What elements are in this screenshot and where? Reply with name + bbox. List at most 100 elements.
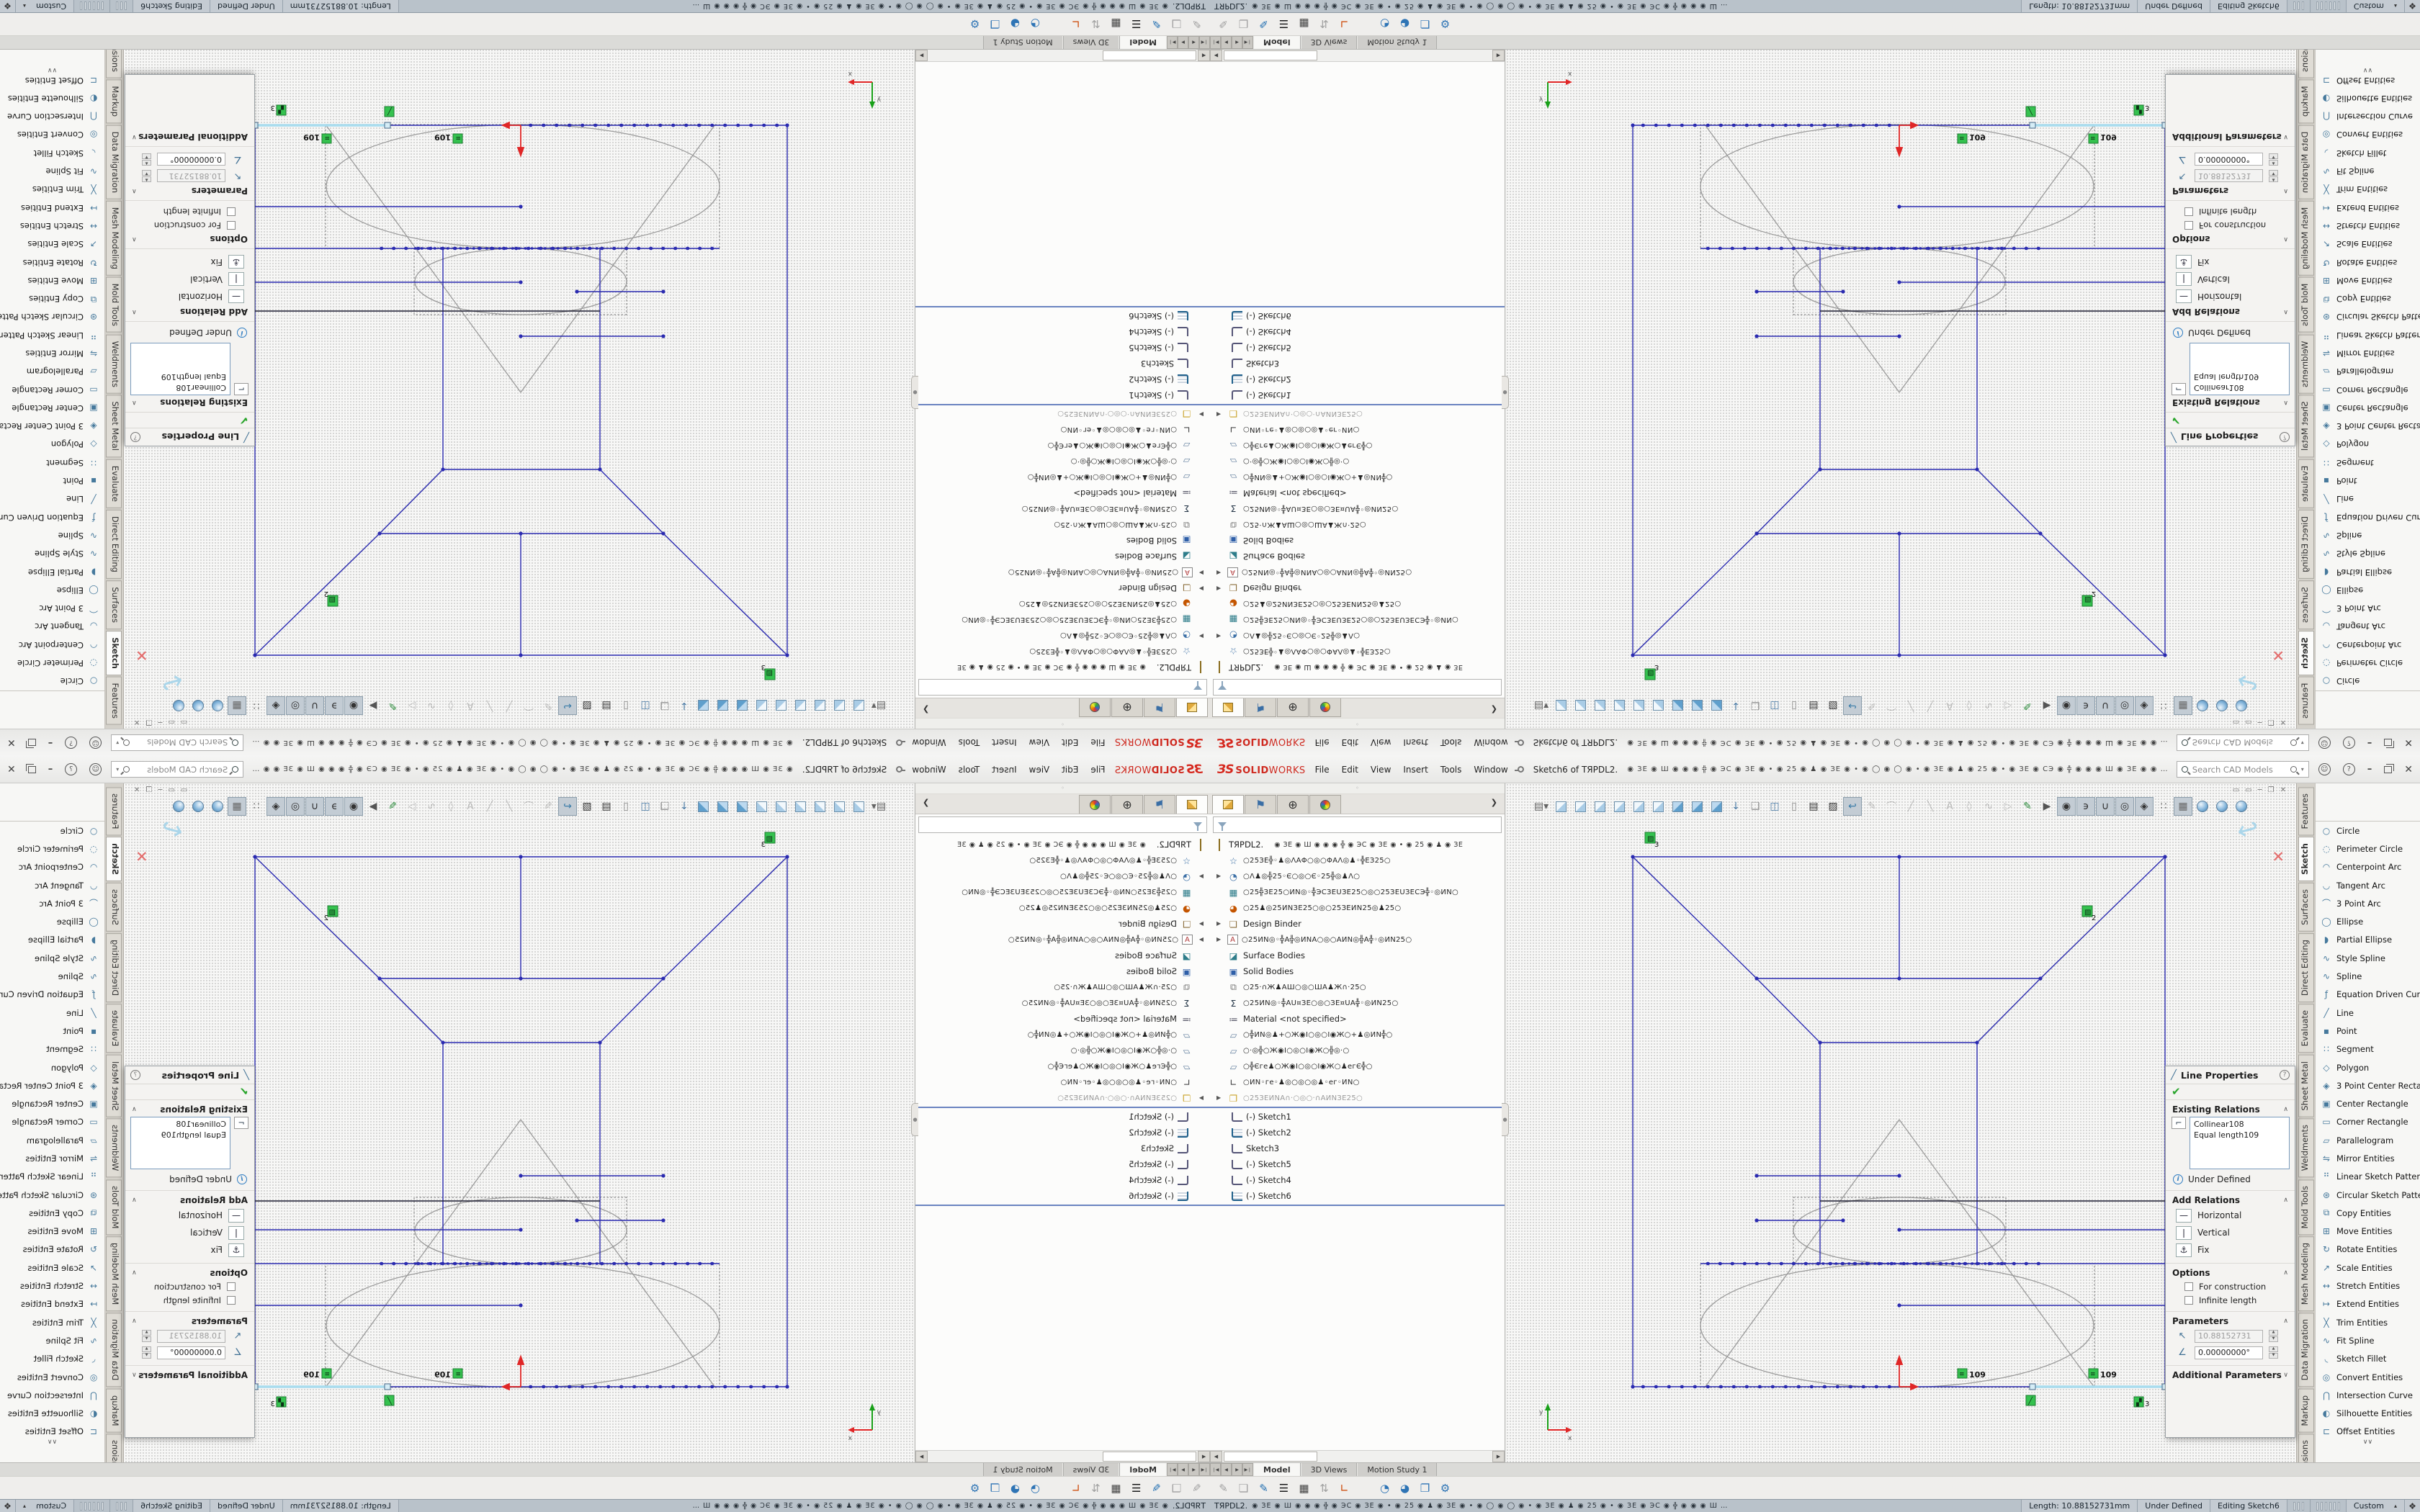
tree-item[interactable]: ▱ ○╬Єге♟○Ж◉Ι○◎○Ι◉Ж○♟егЄ╬○ bbox=[915, 1058, 1210, 1074]
bottom-toolbar-icon[interactable]: ✎ bbox=[1214, 1479, 1232, 1497]
sketch-tool-button[interactable]: ↗ Scale Entities bbox=[2316, 235, 2420, 253]
bottom-toolbar-icon[interactable]: ⚙ bbox=[1436, 15, 1454, 33]
close-button[interactable]: ✕ bbox=[2404, 764, 2413, 775]
add-relation-option[interactable]: — Horizontal bbox=[125, 1207, 254, 1224]
sketch-tool-button[interactable]: ▭ Corner Rectangle bbox=[0, 1113, 104, 1131]
view-toolbar-icon[interactable] bbox=[1688, 696, 1706, 715]
section-add-relations[interactable]: Add Relations∧ bbox=[125, 1191, 254, 1207]
relations-listbox[interactable]: Collinear108Equal length109 bbox=[2190, 343, 2290, 395]
sketch-tool-button[interactable]: ◈ 3 Point Center Recta... bbox=[0, 418, 104, 436]
command-manager-tab[interactable]: Surfaces bbox=[2298, 883, 2314, 932]
mdi-window-button[interactable]: ✕ bbox=[134, 718, 140, 726]
tree-item-sketch[interactable]: (-) Sketch2 bbox=[915, 372, 1210, 387]
ok-check-icon[interactable]: ✔ bbox=[125, 1084, 254, 1100]
view-toolbar-icon[interactable]: ⌒ bbox=[519, 797, 538, 816]
view-toolbar-icon[interactable]: ∷ bbox=[247, 696, 266, 715]
scroll-left-icon[interactable]: ◀ bbox=[1198, 1451, 1210, 1462]
tab-dimxpert-manager[interactable] bbox=[1309, 698, 1341, 717]
command-manager-tab[interactable]: Sheet Metal bbox=[2298, 1055, 2314, 1117]
command-manager-tab[interactable]: Sheet Metal bbox=[107, 395, 122, 458]
section-add-relations[interactable]: Add Relations∧ bbox=[2166, 1191, 2295, 1207]
menu-item[interactable]: Tools bbox=[1440, 765, 1462, 775]
tree-item[interactable]: ▱ ○╬Єге♟○Ж◉Ι○◎○Ι◉Ж○♟егЄ╬○ bbox=[1210, 438, 1505, 454]
sketch-tool-button[interactable]: ⌒ 3 Point Arc bbox=[0, 894, 104, 912]
tab-nav-button[interactable]: ▶ bbox=[1178, 1463, 1188, 1476]
view-toolbar-icon[interactable]: ◊ bbox=[442, 797, 460, 816]
command-manager-tab[interactable]: Weldments bbox=[107, 334, 122, 393]
menu-item[interactable]: Insert bbox=[992, 765, 1016, 775]
sketch-tool-button[interactable]: ╱ Line bbox=[2316, 1004, 2420, 1022]
sketch-tool-button[interactable]: ◐ Silhouette Entities bbox=[0, 89, 104, 107]
tree-item-sketch[interactable]: (-) Sketch6 bbox=[1210, 1188, 1505, 1204]
tree-filter-input[interactable] bbox=[1213, 816, 1502, 833]
view-toolbar-icon[interactable] bbox=[2232, 797, 2251, 816]
bottom-toolbar-icon[interactable]: ✎ bbox=[1188, 15, 1206, 33]
status-solidworks-icon[interactable]: ❖ bbox=[2404, 0, 2420, 12]
panel-grip[interactable]: ◦ bbox=[915, 718, 1210, 729]
tree-item[interactable]: ▱ ○·◎╬○Ж◉Ι○◎○Ι◉Ж○╬◎·○ bbox=[915, 454, 1210, 469]
sketch-tool-button[interactable]: ▭ Corner Rectangle bbox=[2316, 381, 2420, 399]
tree-item-sketch[interactable]: (-) Sketch5 bbox=[1210, 340, 1505, 356]
bottom-toolbar-icon[interactable]: ⚙ bbox=[1436, 1479, 1454, 1497]
add-relation-option[interactable]: ⚓ Fix bbox=[2166, 253, 2295, 271]
ok-check-icon[interactable]: ✔ bbox=[125, 412, 254, 428]
section-options[interactable]: Options∧ bbox=[125, 1264, 254, 1279]
view-toolbar-icon[interactable]: ↓ bbox=[1726, 797, 1745, 816]
sketch-tool-button[interactable]: ⋂ Intersection Curve bbox=[0, 108, 104, 126]
relation-entry[interactable]: Collinear108 bbox=[135, 1119, 226, 1130]
section-options[interactable]: Options∧ bbox=[2166, 233, 2295, 248]
scroll-right-icon[interactable]: ▶ bbox=[1492, 1451, 1505, 1462]
tree-item-sketch[interactable]: (-) Sketch5 bbox=[915, 1156, 1210, 1172]
sketch-point-rows[interactable] bbox=[1643, 125, 2039, 248]
tab-feature-manager[interactable] bbox=[1212, 698, 1244, 717]
collapse-chevron-icon[interactable]: ∧ bbox=[2283, 1269, 2288, 1277]
expand-chevron-icon[interactable]: ∨ bbox=[2283, 133, 2288, 140]
search-icon[interactable] bbox=[2290, 739, 2297, 746]
sketch-tool-button[interactable]: ▣ Center Rectangle bbox=[2316, 1094, 2420, 1112]
expand-arrow-icon[interactable]: ▶ bbox=[1216, 936, 1221, 942]
bottom-toolbar-icon[interactable]: ✎ bbox=[1255, 1479, 1273, 1497]
view-toolbar-icon[interactable]: ✎ bbox=[2018, 696, 2037, 715]
command-manager-tab[interactable]: Features bbox=[2298, 677, 2314, 725]
menu-item[interactable]: Edit bbox=[1062, 765, 1078, 775]
tree-item[interactable]: ▶ ❏ Design Binder bbox=[915, 580, 1210, 596]
tree-horizontal-scrollbar[interactable]: ◀ ▶ bbox=[1210, 50, 1505, 62]
add-relation-option[interactable]: ❘ Vertical bbox=[2166, 271, 2295, 288]
view-toolbar-icon[interactable] bbox=[189, 797, 207, 816]
construction-geometry[interactable] bbox=[1700, 1120, 2094, 1387]
tree-item-sketch[interactable]: (-) Sketch6 bbox=[1210, 308, 1505, 324]
view-toolbar-icon[interactable]: ∪ bbox=[2096, 696, 2115, 715]
view-toolbar-icon[interactable] bbox=[753, 797, 771, 816]
view-toolbar-icon[interactable]: ϶ bbox=[2076, 696, 2095, 715]
add-relation-option[interactable]: ⚓ Fix bbox=[125, 1241, 254, 1259]
tree-item[interactable]: ∟ ○ИΝ◦ге◦♟◎○◎○◎♟◦ег◦ИΝ○ bbox=[915, 1074, 1210, 1090]
sketch-tool-button[interactable]: ▣ Center Rectangle bbox=[0, 1094, 104, 1112]
view-toolbar-icon[interactable]: ◊ bbox=[1960, 696, 1978, 715]
sketch-tool-button[interactable]: ⊛ Circular Sketch Pattern bbox=[2316, 1186, 2420, 1204]
view-toolbar-icon[interactable] bbox=[2193, 696, 2212, 715]
tree-item[interactable]: ≔ Material <not specified> bbox=[915, 1011, 1210, 1027]
view-toolbar-icon[interactable]: ◉ bbox=[2057, 696, 2076, 715]
tree-item[interactable]: ≔ Material <not specified> bbox=[1210, 485, 1505, 501]
bottom-toolbar-icon[interactable]: ∟ bbox=[1067, 1479, 1085, 1497]
scroll-right-icon[interactable]: ▶ bbox=[915, 1451, 928, 1462]
minimize-button[interactable]: – bbox=[2367, 737, 2372, 748]
checkbox[interactable] bbox=[227, 1296, 236, 1305]
length-spinner[interactable]: ▲▼ bbox=[2269, 170, 2278, 182]
document-tab[interactable]: 3D Views bbox=[1301, 1463, 1358, 1476]
option-row[interactable]: Infinite length bbox=[2166, 1293, 2295, 1307]
menu-item[interactable]: Edit bbox=[1062, 738, 1078, 748]
view-toolbar-icon[interactable]: ✎ bbox=[539, 797, 557, 816]
search-box[interactable]: Search CAD Models ▾ bbox=[2177, 734, 2309, 751]
sketch-tool-button[interactable]: ∷ Segment bbox=[2316, 454, 2420, 472]
view-toolbar-icon[interactable] bbox=[1668, 696, 1687, 715]
exit-sketch-icon[interactable]: ✕ bbox=[135, 848, 148, 865]
view-toolbar-icon[interactable]: ✎ bbox=[1863, 797, 1881, 816]
tree-item[interactable]: ▱ ○·◎╬○Ж◉Ι○◎○Ι◉Ж○╬◎·○ bbox=[1210, 1043, 1505, 1058]
titlebar-toolbar-icons[interactable]: ◉ ЗΕ ◉ Ш ◉ ◉ ◉ ╬ ◉ ЭС ◉ ЗΕ ◉ • ◉ 25 ◉ ♟ … bbox=[253, 765, 793, 773]
bottom-toolbar-icon[interactable]: ◔ bbox=[1376, 1479, 1394, 1497]
command-manager-tab[interactable]: Weldments bbox=[2298, 334, 2314, 393]
bottom-toolbar-icon[interactable]: ❏ bbox=[1168, 15, 1186, 33]
tab-nav-button[interactable]: ▶❘ bbox=[1167, 1463, 1178, 1476]
command-manager-tab[interactable]: Mold Tools bbox=[107, 277, 122, 333]
